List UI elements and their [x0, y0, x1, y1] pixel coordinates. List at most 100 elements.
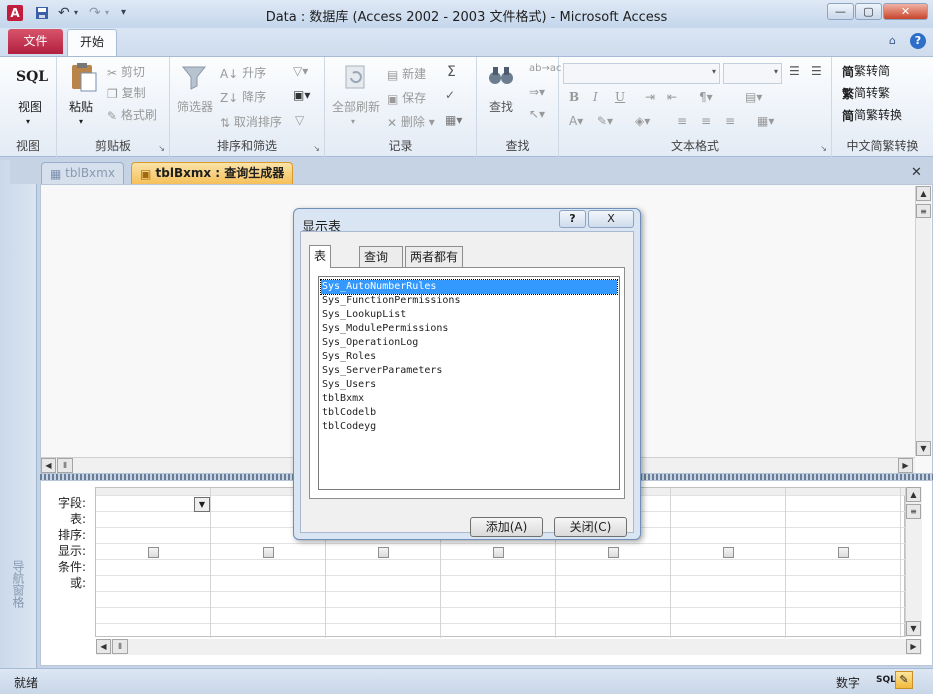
table-list-item[interactable]: Sys_LookupList — [321, 308, 617, 322]
table-list-item[interactable]: tblCodeyg — [321, 420, 617, 434]
clear-sort-button[interactable]: ⇅ 取消排序 — [220, 113, 282, 130]
hscroll-thumb[interactable]: ⦀ — [57, 458, 73, 473]
convert-button[interactable]: 简简繁转换 — [842, 106, 902, 124]
grid-column[interactable] — [786, 488, 901, 638]
table-list-item[interactable]: Sys_OperationLog — [321, 336, 617, 350]
table-list-item[interactable]: tblBxmx — [321, 392, 617, 406]
minimize-button[interactable]: — — [827, 3, 854, 20]
show-checkbox[interactable] — [608, 547, 619, 558]
scroll-thumb[interactable]: ≡ — [916, 204, 931, 218]
replace-icon[interactable]: ab→ac — [529, 63, 561, 74]
table-listbox[interactable]: Sys_AutoNumberRules Sys_FunctionPermissio… — [318, 276, 620, 490]
add-button[interactable]: 添加(A) — [470, 517, 543, 537]
grid-scroll-up-icon[interactable]: ▲ — [906, 487, 921, 502]
show-checkbox[interactable] — [838, 547, 849, 558]
fill-color-icon[interactable]: ◈▾ — [635, 114, 650, 128]
underline-button[interactable]: U — [615, 90, 625, 104]
highlight-icon[interactable]: ✎▾ — [597, 114, 613, 128]
close-window-button[interactable]: ✕ — [883, 3, 928, 20]
tab-file[interactable]: 文件 — [8, 29, 63, 54]
refresh-dropdown-icon[interactable]: ▾ — [351, 117, 355, 126]
new-record-button[interactable]: ▤ 新建 — [387, 65, 426, 82]
toggle-filter-icon[interactable]: ▽ — [295, 113, 304, 127]
table-list-item[interactable]: Sys_FunctionPermissions — [321, 294, 617, 308]
format-painter-button[interactable]: ✎ 格式刷 — [107, 106, 157, 123]
goto-icon[interactable]: ⇒▾ — [529, 85, 545, 99]
cut-button[interactable]: ✂ 剪切 — [107, 63, 145, 80]
grid-hscroll-thumb[interactable]: ⦀ — [112, 639, 128, 654]
help-icon[interactable]: ? — [910, 33, 926, 49]
show-checkbox[interactable] — [493, 547, 504, 558]
grid-scroll-thumb[interactable]: ≡ — [906, 504, 921, 519]
text-format-launcher-icon[interactable]: ↘ — [820, 144, 827, 153]
grid-vertical-scrollbar[interactable]: ▲ ≡ ▼ — [905, 487, 922, 637]
scroll-up-icon[interactable]: ▲ — [916, 186, 931, 201]
minimize-ribbon-icon[interactable]: ⌂ — [889, 34, 896, 47]
dialog-help-button[interactable]: ? — [559, 210, 586, 228]
t2s-button[interactable]: 简繁转简 — [842, 62, 890, 80]
copy-button[interactable]: ❐ 复制 — [107, 84, 146, 101]
show-checkbox[interactable] — [148, 547, 159, 558]
save-record-button[interactable]: ▣ 保存 — [387, 89, 426, 106]
show-checkbox[interactable] — [378, 547, 389, 558]
sort-launcher-icon[interactable]: ↘ — [313, 144, 320, 153]
totals-icon[interactable]: Σ — [447, 64, 456, 80]
view-dropdown-icon[interactable]: ▾ — [26, 117, 30, 126]
table-list-item[interactable]: Sys_Users — [321, 378, 617, 392]
tab-both[interactable]: 两者都有 — [405, 246, 464, 267]
table-list-item[interactable]: tblCodelb — [321, 406, 617, 420]
bold-button[interactable]: B — [569, 90, 579, 104]
select-icon[interactable]: ↖▾ — [529, 107, 545, 121]
show-checkbox[interactable] — [723, 547, 734, 558]
decrease-indent-icon[interactable]: ⇤ — [667, 90, 677, 104]
sql-view-icon[interactable]: SQL — [16, 69, 48, 85]
more-records-icon[interactable]: ▦▾ — [445, 113, 462, 127]
table-list-item[interactable]: Sys_ModulePermissions — [321, 322, 617, 336]
close-button[interactable]: 关闭(C) — [554, 517, 627, 537]
dialog-close-button[interactable]: X — [588, 210, 634, 228]
align-center-icon[interactable]: ≡ — [701, 114, 711, 128]
font-color-icon[interactable]: A▾ — [569, 114, 583, 128]
sort-ascending-button[interactable]: A↓ 升序 — [220, 64, 266, 81]
grid-scroll-down-icon[interactable]: ▼ — [906, 621, 921, 636]
table-list-item[interactable]: Sys_Roles — [321, 350, 617, 364]
find-button[interactable]: 查找 — [489, 98, 513, 115]
alternate-row-color-icon[interactable]: ▦▾ — [757, 114, 774, 128]
paste-dropdown-icon[interactable]: ▾ — [79, 117, 83, 126]
bullets-icon[interactable]: ☰ — [789, 64, 800, 78]
sort-descending-button[interactable]: Z↓ 降序 — [220, 88, 266, 105]
grid-column[interactable] — [671, 488, 786, 638]
advanced-filter-icon[interactable]: ▣▾ — [293, 88, 310, 102]
navigation-pane[interactable]: » 导航窗格 — [0, 160, 37, 668]
scroll-right-icon[interactable]: ▶ — [898, 458, 913, 473]
filter-button[interactable]: 筛选器 — [177, 98, 213, 115]
refresh-all-button[interactable]: 全部刷新 — [332, 98, 380, 115]
field-dropdown-icon[interactable]: ▼ — [194, 497, 210, 512]
filter-icon[interactable] — [180, 63, 208, 91]
close-document-icon[interactable]: ✕ — [911, 165, 922, 180]
tab-queries[interactable]: 查询 — [359, 246, 403, 267]
selection-filter-icon[interactable]: ▽▾ — [293, 64, 308, 78]
italic-button[interactable]: I — [593, 90, 598, 104]
dialog-launcher-icon[interactable]: ↘ — [158, 144, 165, 153]
scroll-down-icon[interactable]: ▼ — [916, 441, 931, 456]
gridlines-icon[interactable]: ▤▾ — [745, 90, 762, 104]
table-pane-vertical-scrollbar[interactable]: ▲ ≡ ▼ — [915, 186, 931, 456]
spelling-icon[interactable]: ✓ — [445, 88, 455, 102]
binoculars-icon[interactable] — [487, 63, 515, 89]
align-right-icon[interactable]: ≡ — [725, 114, 735, 128]
text-direction-icon[interactable]: ¶▾ — [699, 90, 713, 104]
tab-tables[interactable]: 表 — [309, 245, 332, 268]
paste-icon[interactable] — [69, 61, 99, 93]
refresh-icon[interactable] — [343, 63, 369, 91]
maximize-button[interactable]: ▢ — [855, 3, 882, 20]
delete-record-button[interactable]: ✕ 删除 ▾ — [387, 113, 435, 130]
table-list-item[interactable]: Sys_AutoNumberRules — [320, 279, 618, 295]
align-left-icon[interactable]: ≡ — [677, 114, 687, 128]
table-list-item[interactable]: Sys_ServerParameters — [321, 364, 617, 378]
increase-indent-icon[interactable]: ⇥ — [645, 90, 655, 104]
numbering-icon[interactable]: ☰ — [811, 64, 822, 78]
doc-tab-table[interactable]: ▦ tblBxmx — [41, 162, 124, 184]
grid-scroll-left-icon[interactable]: ◀ — [96, 639, 111, 654]
design-view-icon[interactable]: ✎ — [895, 671, 913, 689]
